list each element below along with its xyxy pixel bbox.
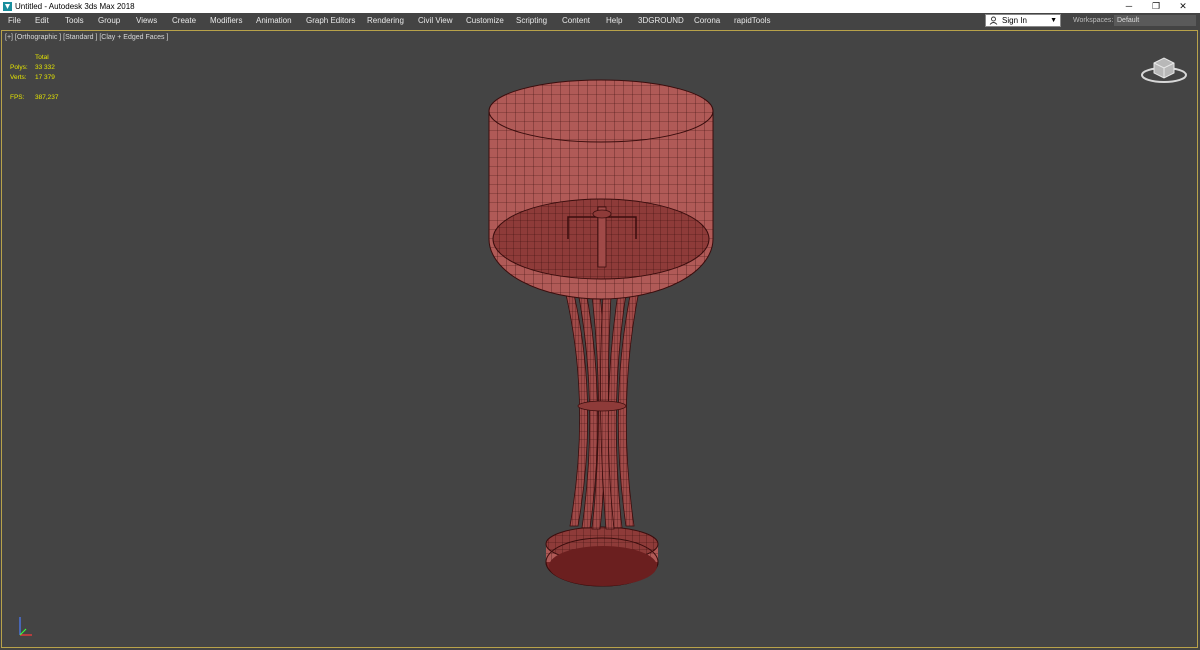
menu-group[interactable]: Group <box>98 13 120 29</box>
menu-animation[interactable]: Animation <box>256 13 292 29</box>
viewcube-icon[interactable] <box>1140 51 1188 85</box>
menu-create[interactable]: Create <box>172 13 196 29</box>
menu-3dground[interactable]: 3DGROUND <box>638 13 684 29</box>
user-icon <box>989 16 998 25</box>
chevron-down-icon: ▼ <box>1050 17 1057 24</box>
maximize-button[interactable]: ❐ <box>1143 0 1169 13</box>
menu-tools[interactable]: Tools <box>65 13 84 29</box>
sign-in-label: Sign In <box>1002 16 1027 25</box>
menu-graph-editors[interactable]: Graph Editors <box>306 13 355 29</box>
3ds-max-icon <box>3 2 12 11</box>
menu-modifiers[interactable]: Modifiers <box>210 13 242 29</box>
workspaces-select[interactable]: Default <box>1114 15 1196 26</box>
menu-help[interactable]: Help <box>606 13 622 29</box>
lamp-shade <box>488 79 714 300</box>
menu-bar: File Edit Tools Group Views Create Modif… <box>0 13 1200 29</box>
menu-customize[interactable]: Customize <box>466 13 504 29</box>
title-bar: Untitled - Autodesk 3ds Max 2018 ─ ❐ ✕ <box>0 0 1200 13</box>
perspective-viewport[interactable]: [+] [Orthographic ] [Standard ] [Clay + … <box>1 30 1198 648</box>
menu-views[interactable]: Views <box>136 13 157 29</box>
lamp-stems <box>563 278 641 530</box>
menu-rapidtools[interactable]: rapidTools <box>734 13 770 29</box>
menu-content[interactable]: Content <box>562 13 590 29</box>
workspaces-label: Workspaces: <box>1073 17 1114 24</box>
lamp-model[interactable] <box>2 31 1197 647</box>
menu-civil-view[interactable]: Civil View <box>418 13 453 29</box>
menu-scripting[interactable]: Scripting <box>516 13 547 29</box>
menu-corona[interactable]: Corona <box>694 13 720 29</box>
lamp-base <box>545 526 659 587</box>
axis-tripod-icon <box>19 617 32 636</box>
sign-in-dropdown[interactable]: Sign In ▼ <box>985 14 1061 27</box>
window-title: Untitled - Autodesk 3ds Max 2018 <box>15 2 135 11</box>
menu-edit[interactable]: Edit <box>35 13 49 29</box>
close-button[interactable]: ✕ <box>1170 0 1196 13</box>
menu-file[interactable]: File <box>8 13 21 29</box>
menu-rendering[interactable]: Rendering <box>367 13 404 29</box>
minimize-button[interactable]: ─ <box>1116 0 1142 13</box>
